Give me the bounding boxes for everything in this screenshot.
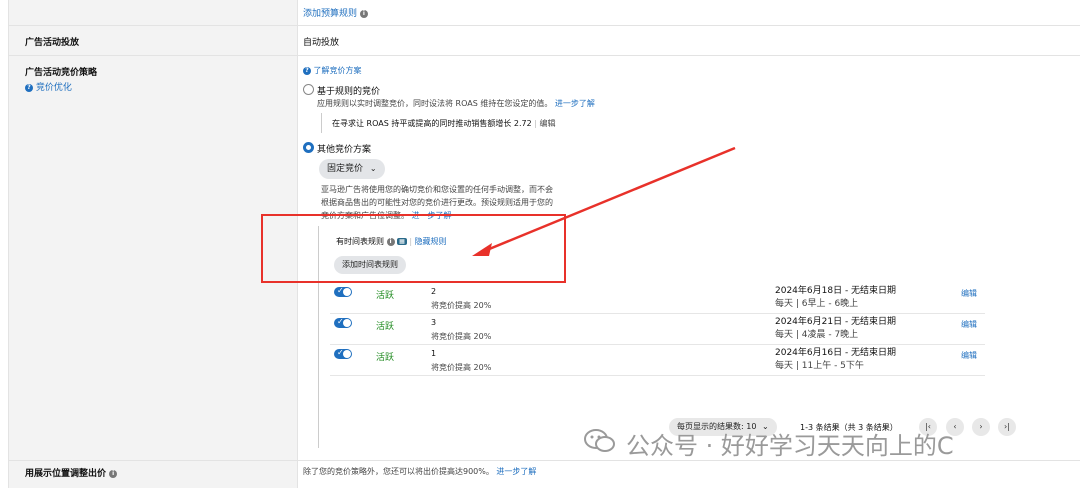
rule-divider — [330, 375, 985, 376]
rule-name: 2 — [431, 287, 437, 296]
info-icon: i — [109, 469, 118, 478]
rule-name: 3 — [431, 318, 437, 327]
rule-status: 活跃 — [376, 353, 395, 363]
annotation-arrow — [472, 146, 736, 256]
rule-edit-link[interactable]: 编辑 — [961, 319, 977, 330]
watermark-text: 公众号 · 好好学习天天向上的C — [626, 432, 954, 460]
rule-edit-link[interactable]: 编辑 — [961, 288, 977, 299]
placement-desc: 除了您的竞价策略外，您还可以将出价提高达900%。 进一步了解 — [303, 467, 537, 476]
rule-date: 2024年6月18日 - 无结束日期 — [775, 286, 897, 296]
rule-adjust: 将竞价提高 20% — [431, 332, 492, 341]
rule-adjust: 将竞价提高 20% — [431, 363, 492, 372]
rule-name: 1 — [431, 349, 437, 358]
last-page-icon[interactable]: ›| — [998, 418, 1016, 436]
rule-time: 每天 | 11上午 - 5下午 — [775, 361, 864, 371]
rule-toggle[interactable]: ✓ — [334, 317, 352, 328]
rule-status: 活跃 — [376, 291, 395, 301]
rule-date: 2024年6月21日 - 无结束日期 — [775, 317, 897, 327]
placement-label: 用展示位置调整出价 i — [25, 466, 118, 479]
rule-toggle[interactable]: ✓ — [334, 348, 352, 359]
rule-adjust: 将竞价提高 20% — [431, 301, 492, 310]
rule-status: 活跃 — [376, 322, 395, 332]
wechat-icon — [584, 429, 615, 452]
rule-time: 每天 | 6早上 - 6晚上 — [775, 299, 859, 309]
rule-edit-link[interactable]: 编辑 — [961, 350, 977, 361]
rule-toggle[interactable]: ✓ — [334, 286, 352, 297]
rule-time: 每天 | 4凌晨 - 7晚上 — [775, 330, 859, 340]
next-page-icon[interactable]: › — [972, 418, 990, 436]
placement-learn-link[interactable]: 进一步了解 — [496, 467, 536, 476]
rule-date: 2024年6月16日 - 无结束日期 — [775, 348, 897, 358]
